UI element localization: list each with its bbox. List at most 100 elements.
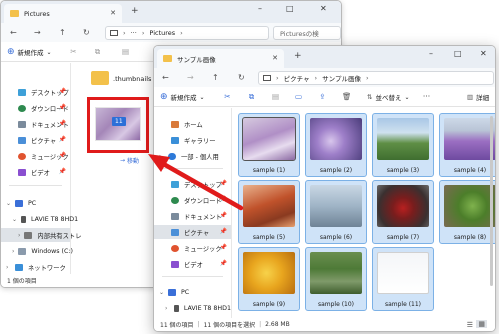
file-name: sample (5) — [252, 234, 286, 241]
file-thumbnail — [310, 252, 362, 294]
minimize-icon[interactable]: – — [429, 49, 433, 58]
breadcrumb-current[interactable]: サンプル画像 — [322, 73, 361, 83]
sidebar-item-network[interactable]: › ネットワーク — [1, 260, 70, 274]
file-item[interactable]: sample (7) — [372, 180, 434, 244]
breadcrumb-separator-icon: › — [180, 29, 183, 37]
file-item[interactable]: sample (5) — [238, 180, 300, 244]
copy-icon[interactable]: ⧉ — [93, 47, 102, 56]
sidebar-item-music[interactable]: ミュージック 📌 — [154, 241, 231, 255]
status-bar: 11 個の項目 | 11 個の項目を選択 | 2.68 MB ☰ ▦ — [154, 318, 495, 331]
chevron-down-icon: ⌄ — [404, 93, 410, 101]
new-button[interactable]: ⊕ 新規作成 ⌄ — [160, 92, 205, 102]
address-field[interactable]: › ピクチャ › サンプル画像 › — [258, 71, 494, 85]
refresh-icon[interactable]: ↻ — [83, 28, 90, 37]
sidebar-item-device[interactable]: ⌄ LAVIE T8 8HD1 — [1, 212, 78, 226]
pin-icon: 📌 — [58, 168, 66, 175]
file-item[interactable]: sample (11) — [372, 247, 434, 311]
status-separator: | — [197, 321, 200, 328]
tab-sample-images[interactable]: サンプル画像 ✕ — [157, 49, 284, 68]
minimize-icon[interactable]: – — [258, 4, 262, 13]
sidebar-item-desktop[interactable]: デスクトップ 📌 — [1, 85, 70, 99]
status-separator: | — [259, 321, 262, 328]
vertical-scrollbar[interactable] — [490, 116, 493, 286]
rename-icon[interactable]: ▭ — [294, 92, 303, 101]
sidebar-item-pictures[interactable]: ピクチャ 📌 — [154, 225, 231, 239]
pin-icon: 📌 — [58, 136, 66, 143]
file-item[interactable]: sample (6) — [305, 180, 367, 244]
close-window-icon[interactable]: ✕ — [320, 4, 327, 13]
sidebar-item-label: デスクトップ — [184, 181, 222, 189]
new-tab-icon[interactable]: + — [131, 6, 139, 16]
pin-icon: 📌 — [58, 152, 66, 159]
folder-icon — [91, 71, 109, 85]
back-icon[interactable]: ← — [162, 73, 169, 82]
back-icon[interactable]: ← — [10, 28, 17, 37]
breadcrumb-current[interactable]: Pictures — [149, 29, 175, 37]
file-item[interactable]: sample (3) — [372, 113, 434, 177]
sidebar-item-device[interactable]: › LAVIE T8 8HD1 — [154, 301, 231, 315]
close-tab-icon[interactable]: ✕ — [110, 9, 116, 17]
close-window-icon[interactable]: ✕ — [480, 49, 487, 58]
file-item[interactable]: sample (8) — [439, 180, 495, 244]
sidebar-item-onedrive[interactable]: › 一部 - 個人用 — [154, 149, 231, 163]
sidebar-item-gallery[interactable]: ギャラリー — [154, 133, 231, 147]
sidebar-item-downloads[interactable]: ダウンロード 📌 — [154, 193, 231, 207]
up-icon[interactable]: ↑ — [59, 28, 66, 37]
device-icon — [21, 215, 26, 223]
new-button[interactable]: ⊕ 新規作成 ⌄ — [7, 47, 52, 57]
pin-icon: 📌 — [219, 260, 227, 267]
sidebar-item-pictures[interactable]: ピクチャ 📌 — [1, 133, 70, 147]
grid-view-icon[interactable]: ▦ — [476, 320, 487, 328]
list-view-icon[interactable]: ☰ — [467, 321, 473, 329]
forward-icon[interactable]: → — [187, 73, 194, 82]
sidebar-item-desktop[interactable]: デスクトップ 📌 — [154, 177, 231, 191]
sidebar-item-pc[interactable]: ⌄ PC — [1, 196, 70, 210]
delete-icon[interactable]: 🗑 — [342, 92, 352, 101]
sidebar-item-documents[interactable]: ドキュメント 📌 — [1, 117, 70, 131]
explorer-window-sample-images: サンプル画像 ✕ + – □ ✕ ← → ↑ ↻ › ピクチャ › サンプル画像… — [153, 45, 496, 332]
new-tab-icon[interactable]: + — [294, 51, 302, 61]
details-pane-button[interactable]: ▥ 詳細 — [467, 92, 489, 102]
sidebar-item-windows-drive[interactable]: › Windows (C:) — [1, 244, 73, 258]
sidebar-item-home[interactable]: ホーム — [154, 117, 231, 131]
maximize-icon[interactable]: □ — [286, 4, 294, 13]
sidebar-item-pc[interactable]: ⌄ PC — [154, 285, 231, 299]
paste-icon[interactable]: ▤ — [121, 47, 130, 56]
file-item[interactable]: sample (10) — [305, 247, 367, 311]
close-tab-icon[interactable]: ✕ — [272, 54, 278, 62]
sidebar-item-videos[interactable]: ビデオ 📌 — [1, 165, 70, 179]
sidebar-item-documents[interactable]: ドキュメント 📌 — [154, 209, 231, 223]
pin-icon: 📌 — [58, 104, 66, 111]
forward-icon[interactable]: → — [34, 28, 41, 37]
paste-icon[interactable]: ▤ — [271, 92, 280, 101]
breadcrumb-parent[interactable]: ピクチャ — [284, 73, 310, 83]
sidebar-item-downloads[interactable]: ダウンロード 📌 — [1, 101, 70, 115]
search-input[interactable]: Picturesの検 — [273, 26, 341, 40]
file-item[interactable]: sample (1) — [238, 113, 300, 177]
copy-icon[interactable]: ⧉ — [247, 92, 256, 101]
maximize-icon[interactable]: □ — [454, 49, 462, 58]
sort-button[interactable]: ⇅ 並べ替え ⌄ — [367, 92, 409, 102]
share-icon[interactable]: ⇪ — [318, 92, 327, 101]
more-options-icon[interactable]: ··· — [422, 92, 431, 101]
sidebar-item-videos[interactable]: ビデオ 📌 — [154, 257, 231, 271]
folder-item-thumbnails[interactable]: .thumbnails — [83, 67, 153, 93]
file-name: sample (3) — [386, 167, 420, 174]
file-item[interactable]: sample (4) — [439, 113, 495, 177]
sidebar-item-label: ピクチャ — [184, 229, 210, 237]
sidebar-item-internal-storage[interactable]: › 内部共有ストレ — [1, 228, 81, 242]
up-icon[interactable]: ↑ — [212, 73, 219, 82]
sidebar-item-music[interactable]: ミュージック 📌 — [1, 149, 70, 163]
file-item[interactable]: sample (2) — [305, 113, 367, 177]
sidebar-item-label: ピクチャ — [31, 137, 57, 145]
cut-icon[interactable]: ✂ — [223, 92, 232, 101]
command-bar: ⊕ 新規作成 ⌄ ✂ ⧉ ▤ ▭ ⇪ 🗑 ⇅ 並べ替え ⌄ ··· ▥ 詳細 — [154, 87, 495, 107]
cut-icon[interactable]: ✂ — [69, 47, 78, 56]
file-item[interactable]: sample (9) — [238, 247, 300, 311]
pin-icon: 📌 — [219, 180, 227, 187]
tab-pictures[interactable]: Pictures ✕ — [4, 4, 122, 23]
more-path-icon[interactable]: ··· — [131, 29, 137, 37]
plus-icon: ⊕ — [160, 91, 168, 102]
address-field[interactable]: › ··· › Pictures › — [105, 26, 269, 40]
refresh-icon[interactable]: ↻ — [238, 73, 245, 82]
